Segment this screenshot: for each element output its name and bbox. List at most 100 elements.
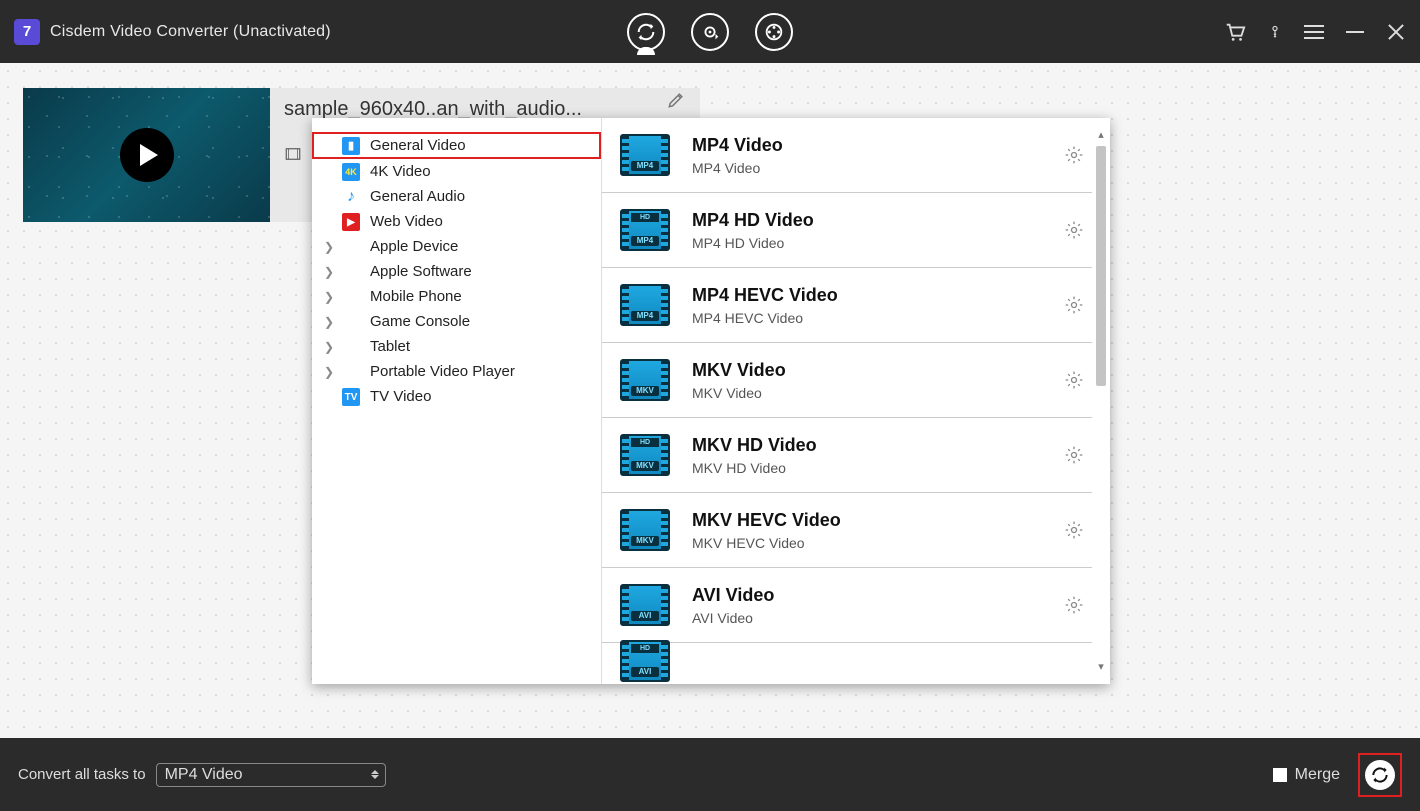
format-list: MP4 MP4 Video MP4 Video HDMP4 MP4 HD Video MP…: [602, 118, 1092, 684]
mode-rip-button[interactable]: [755, 13, 793, 51]
cart-icon[interactable]: [1224, 21, 1246, 43]
app-logo-icon: 7: [14, 19, 40, 45]
format-file-icon: MP4: [620, 134, 670, 176]
category-item[interactable]: ❯ Game Console: [312, 309, 601, 334]
format-file-icon: AVI: [620, 584, 670, 626]
format-file-icon: HDAVI: [620, 640, 670, 682]
select-caret-icon: [371, 770, 379, 779]
convert-icon: [1370, 765, 1390, 785]
menu-icon[interactable]: [1304, 25, 1324, 39]
film-reel-icon: [763, 21, 785, 43]
format-file-icon: HDMKV: [620, 434, 670, 476]
output-format-select[interactable]: MP4 Video: [156, 763, 386, 787]
category-label: Apple Software: [370, 263, 472, 280]
chevron-right-icon: ❯: [324, 365, 334, 379]
video-track-icon: [284, 145, 302, 163]
gear-icon[interactable]: [1064, 445, 1084, 465]
scroll-down-icon[interactable]: ▾: [1094, 660, 1108, 674]
format-subtitle: MKV Video: [692, 385, 1064, 401]
bottom-bar: Convert all tasks to MP4 Video Merge: [0, 738, 1420, 811]
format-item[interactable]: MP4 MP4 Video MP4 Video: [602, 118, 1092, 193]
category-label: Mobile Phone: [370, 288, 462, 305]
key-icon[interactable]: [1268, 21, 1282, 43]
category-item[interactable]: TV TV Video: [312, 384, 601, 409]
mode-convert-button[interactable]: [627, 13, 665, 51]
mode-switch: [627, 13, 793, 51]
format-item[interactable]: MKV MKV HEVC Video MKV HEVC Video: [602, 493, 1092, 568]
format-file-icon: MKV: [620, 359, 670, 401]
format-file-icon: HDMP4: [620, 209, 670, 251]
chevron-right-icon: ❯: [324, 290, 334, 304]
category-item[interactable]: ❯ Tablet: [312, 334, 601, 359]
category-item[interactable]: ▮General Video: [312, 132, 601, 159]
gear-icon[interactable]: [1064, 295, 1084, 315]
format-title: MKV HEVC Video: [692, 510, 1064, 531]
category-item[interactable]: ♪General Audio: [312, 184, 601, 209]
category-item[interactable]: ❯ Mobile Phone: [312, 284, 601, 309]
chevron-right-icon: ❯: [324, 340, 334, 354]
mode-download-button[interactable]: [691, 13, 729, 51]
refresh-cycle-icon: [635, 21, 657, 43]
format-subtitle: MP4 HEVC Video: [692, 310, 1064, 326]
format-title: AVI Video: [692, 585, 1064, 606]
app-title: Cisdem Video Converter (Unactivated): [50, 23, 331, 41]
format-subtitle: MKV HEVC Video: [692, 535, 1064, 551]
category-item[interactable]: ❯ Apple Software: [312, 259, 601, 284]
output-format-value: MP4 Video: [165, 766, 243, 784]
scrollbar[interactable]: ▴ ▾: [1094, 128, 1108, 674]
window-close-button[interactable]: [1386, 22, 1406, 42]
category-label: Apple Device: [370, 238, 458, 255]
format-item[interactable]: AVI AVI Video AVI Video: [602, 568, 1092, 643]
format-title: MP4 HD Video: [692, 210, 1064, 231]
category-item[interactable]: 4K4K Video: [312, 159, 601, 184]
category-label: General Audio: [370, 188, 465, 205]
format-popup: ▮General Video4K4K Video♪General Audio ▶ W…: [312, 118, 1110, 684]
format-file-icon: MKV: [620, 509, 670, 551]
format-subtitle: MP4 Video: [692, 160, 1064, 176]
format-item[interactable]: HDMKV MKV HD Video MKV HD Video: [602, 418, 1092, 493]
play-icon: [120, 128, 174, 182]
chevron-right-icon: ❯: [324, 240, 334, 254]
disc-download-icon: [699, 21, 721, 43]
gear-icon[interactable]: [1064, 145, 1084, 165]
edit-pencil-icon[interactable]: [666, 90, 686, 110]
web-icon: ▶: [342, 212, 360, 232]
format-title: MP4 HEVC Video: [692, 285, 1064, 306]
tv-icon: TV: [342, 387, 360, 407]
category-label: TV Video: [370, 388, 431, 405]
format-item[interactable]: HDMP4 MP4 HD Video MP4 HD Video: [602, 193, 1092, 268]
format-title: MKV HD Video: [692, 435, 1064, 456]
start-convert-button[interactable]: [1358, 753, 1402, 797]
scroll-up-icon[interactable]: ▴: [1094, 128, 1108, 142]
format-title: MP4 Video: [692, 135, 1064, 156]
gear-icon[interactable]: [1064, 520, 1084, 540]
convert-all-label: Convert all tasks to: [18, 766, 146, 783]
format-subtitle: MKV HD Video: [692, 460, 1064, 476]
merge-checkbox[interactable]: [1273, 768, 1287, 782]
category-item[interactable]: ❯ Portable Video Player: [312, 359, 601, 384]
format-file-icon: MP4: [620, 284, 670, 326]
gear-icon[interactable]: [1064, 370, 1084, 390]
4k-icon: 4K: [342, 162, 360, 181]
category-list: ▮General Video4K4K Video♪General Audio ▶ W…: [312, 118, 602, 684]
category-label: Portable Video Player: [370, 363, 515, 380]
category-label: General Video: [370, 137, 466, 154]
merge-label: Merge: [1295, 766, 1340, 784]
category-label: Web Video: [370, 213, 443, 230]
format-item[interactable]: MKVMKV VideoMKV Video: [602, 343, 1092, 418]
scrollbar-thumb[interactable]: [1096, 146, 1106, 386]
chevron-right-icon: ❯: [324, 265, 334, 279]
format-subtitle: AVI Video: [692, 610, 1064, 626]
category-item[interactable]: ❯ Apple Device: [312, 234, 601, 259]
chevron-right-icon: ❯: [324, 315, 334, 329]
category-label: Tablet: [370, 338, 410, 355]
video-thumbnail[interactable]: [23, 88, 270, 222]
category-item[interactable]: ▶ Web Video: [312, 209, 601, 234]
format-item[interactable]: MP4 MP4 HEVC Video MP4 HEVC Video: [602, 268, 1092, 343]
format-item[interactable]: HDAVI: [602, 643, 1092, 678]
gear-icon[interactable]: [1064, 595, 1084, 615]
category-label: Game Console: [370, 313, 470, 330]
window-minimize-button[interactable]: [1346, 31, 1364, 33]
gear-icon[interactable]: [1064, 220, 1084, 240]
format-subtitle: MP4 HD Video: [692, 235, 1064, 251]
